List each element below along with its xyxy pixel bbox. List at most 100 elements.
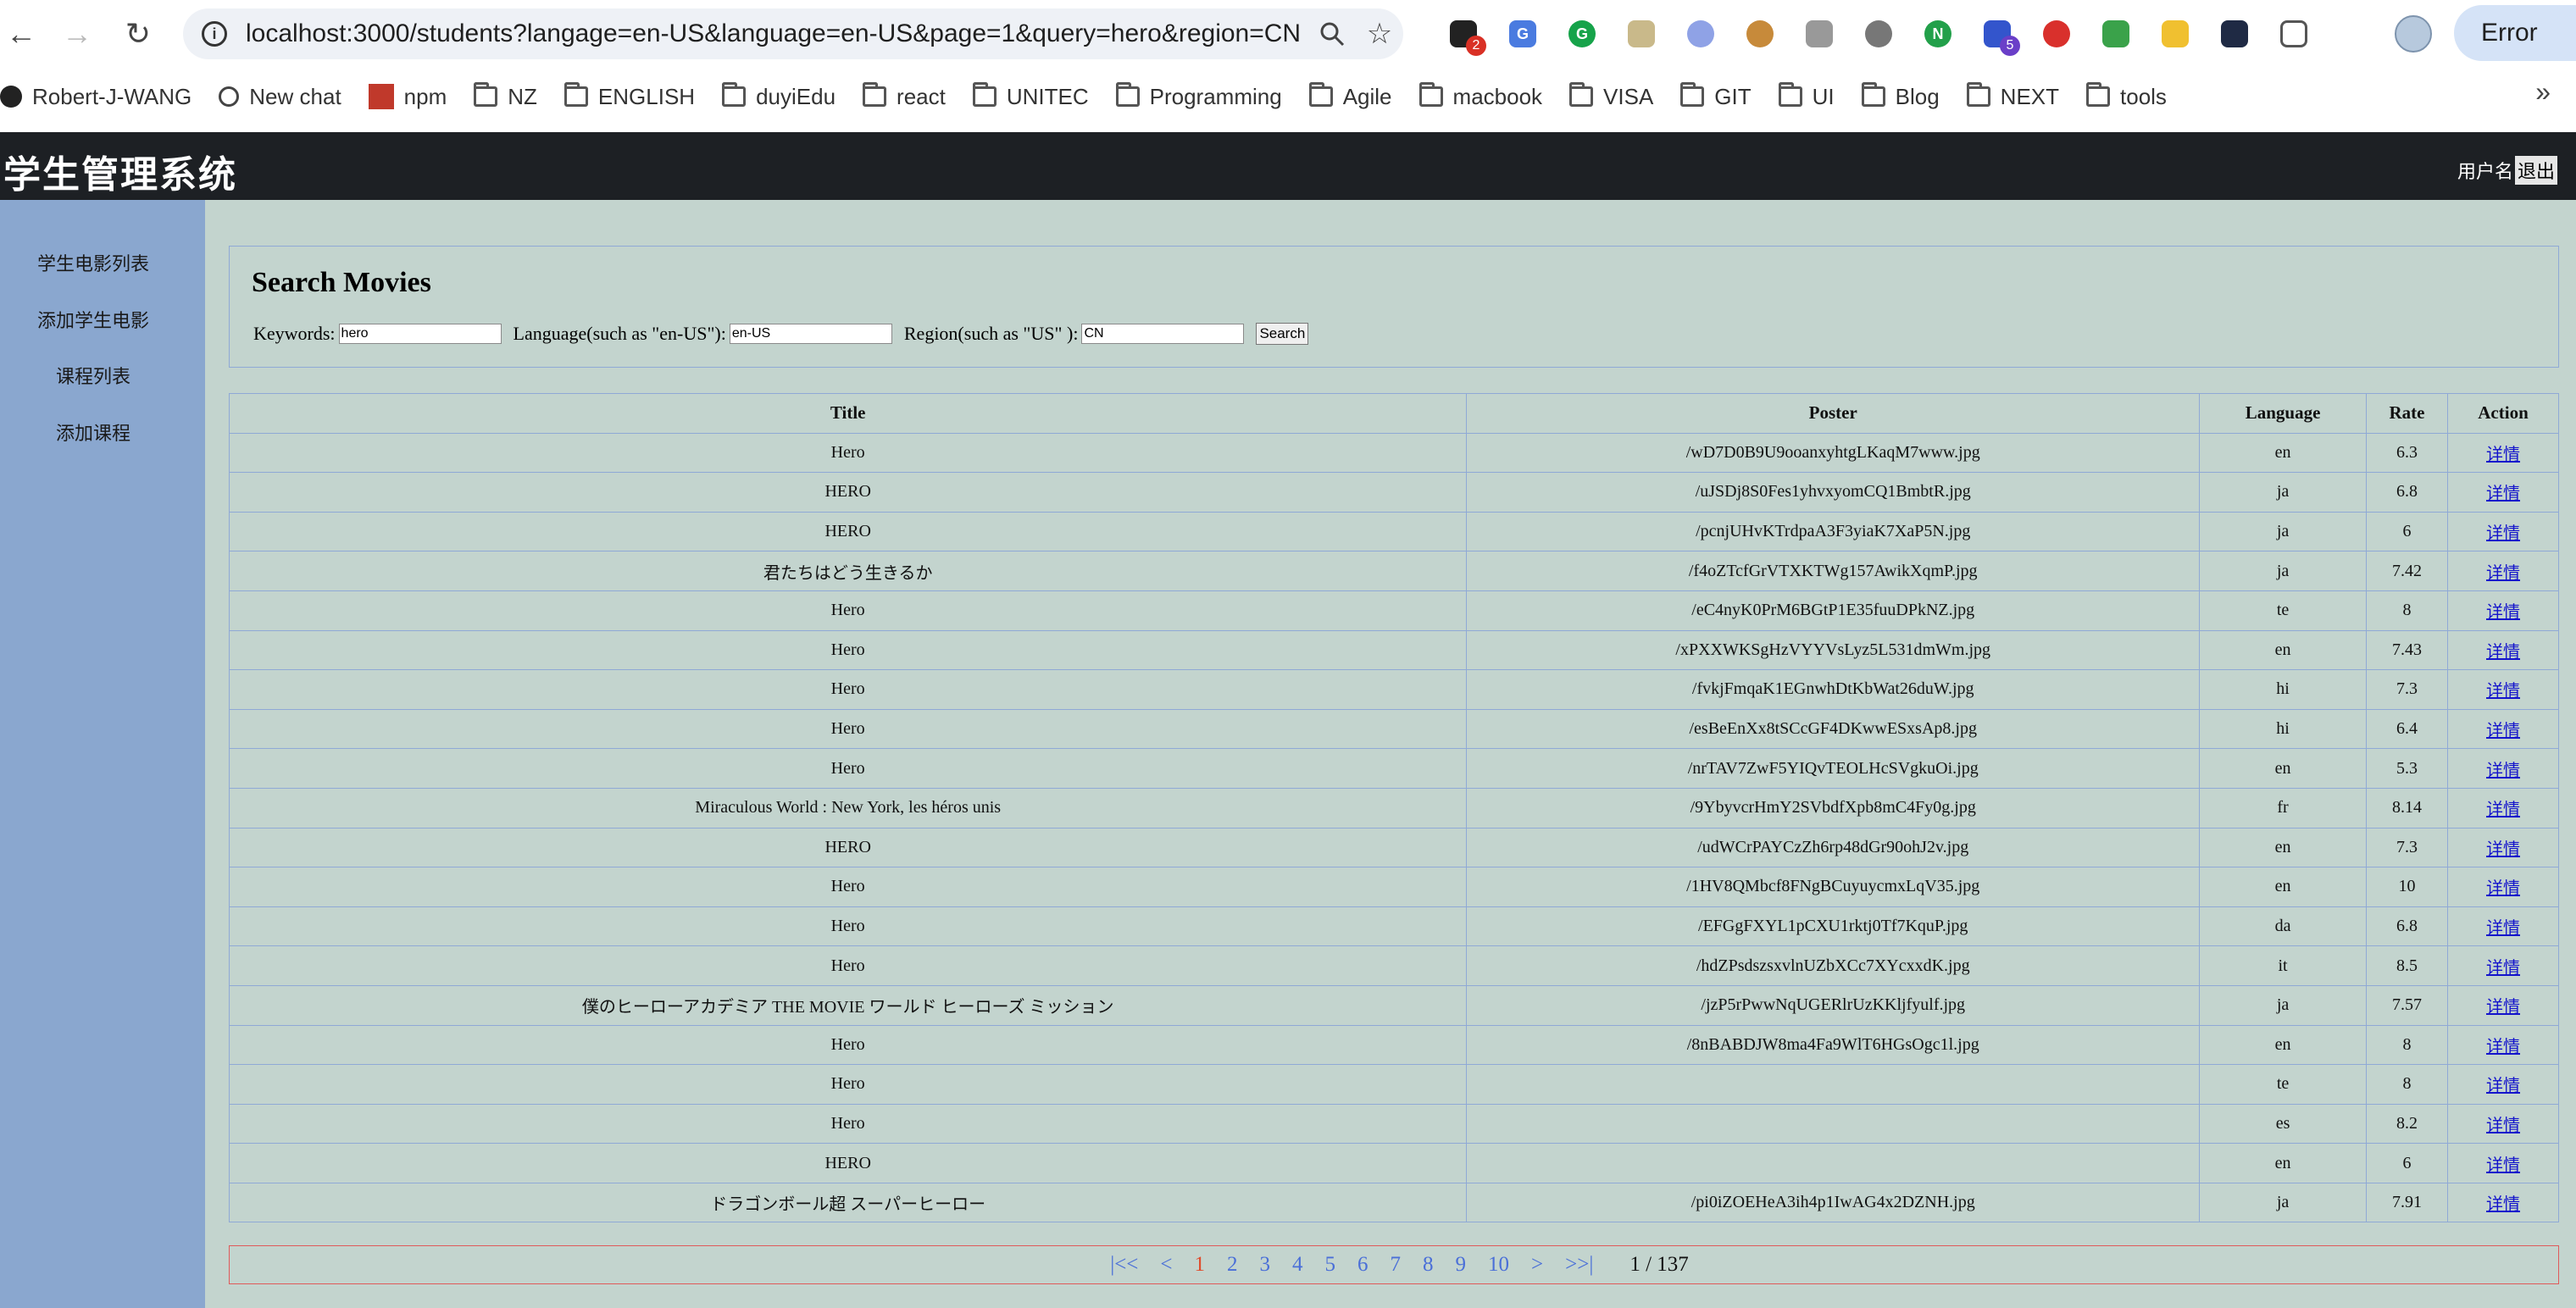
page-number-button[interactable]: 4: [1292, 1253, 1303, 1277]
page-number-button[interactable]: 8: [1423, 1253, 1434, 1277]
bookmark-item[interactable]: Programming: [1115, 82, 1282, 110]
cell-title: Hero: [228, 432, 1468, 474]
details-link[interactable]: 详情: [2486, 998, 2520, 1017]
grammarly-icon[interactable]: G: [1559, 12, 1605, 56]
translate-icon[interactable]: G: [1500, 12, 1546, 56]
region-input[interactable]: [1081, 324, 1245, 344]
first-page-button[interactable]: |<<: [1110, 1253, 1138, 1277]
bookmark-star-icon[interactable]: ☆: [1356, 10, 1403, 58]
sidebar-item-add-course[interactable]: 添加课程: [0, 418, 186, 446]
table-row: Hero/eC4nyK0PrM6BGtP1E35fuuDPkNZ.jpg te 8 详…: [228, 590, 2559, 631]
folder-icon: [564, 82, 588, 107]
logout-button[interactable]: 退出: [2514, 156, 2557, 185]
details-link[interactable]: 详情: [2486, 919, 2520, 938]
details-link[interactable]: 详情: [2486, 1195, 2520, 1214]
cell-action: 详情: [2447, 629, 2559, 671]
bug-icon[interactable]: [1856, 12, 1901, 56]
zoom-icon[interactable]: [1308, 10, 1356, 58]
bookmark-item[interactable]: GIT: [1680, 82, 1752, 110]
page-number-button[interactable]: 5: [1325, 1253, 1336, 1277]
bookmark-item[interactable]: Robert-J-WANG: [0, 84, 192, 110]
url-text[interactable]: localhost:3000/students?langage=en-US&la…: [246, 19, 1308, 48]
page-number-button[interactable]: 2: [1227, 1253, 1238, 1277]
profile-avatar[interactable]: [2395, 15, 2432, 53]
details-link[interactable]: 详情: [2486, 1077, 2520, 1095]
magnifier-extension-icon[interactable]: [1678, 12, 1724, 56]
page-number-button[interactable]: 3: [1260, 1253, 1271, 1277]
details-link[interactable]: 详情: [2486, 603, 2520, 622]
page-number-button[interactable]: 1: [1195, 1253, 1206, 1277]
bookmark-item[interactable]: VISA: [1569, 82, 1654, 110]
keywords-input[interactable]: [338, 324, 502, 344]
page-number-button[interactable]: 10: [1488, 1253, 1509, 1277]
pen-icon[interactable]: [2093, 12, 2139, 56]
image-icon[interactable]: [1618, 12, 1664, 56]
details-link[interactable]: 详情: [2486, 446, 2520, 464]
details-link[interactable]: 详情: [2486, 840, 2520, 859]
red-circle-icon[interactable]: [2034, 12, 2079, 56]
address-bar[interactable]: i localhost:3000/students?langage=en-US&…: [183, 8, 1403, 59]
bookmark-item[interactable]: npm: [368, 84, 447, 110]
bookmark-item[interactable]: Agile: [1308, 82, 1392, 110]
details-link[interactable]: 详情: [2486, 722, 2520, 740]
details-link[interactable]: 详情: [2486, 1156, 2520, 1175]
cell-language: ja: [2199, 472, 2368, 513]
node-icon[interactable]: N: [1915, 12, 1961, 56]
page-number-button[interactable]: 6: [1357, 1253, 1368, 1277]
bookmark-item[interactable]: UNITEC: [972, 82, 1089, 110]
bookmark-item[interactable]: react: [863, 82, 946, 110]
language-input[interactable]: [729, 324, 892, 344]
puzzle-piece-icon[interactable]: [2271, 12, 2317, 56]
details-link[interactable]: 详情: [2486, 1117, 2520, 1135]
sidebar-item-add-student-movie[interactable]: 添加学生电影: [0, 306, 186, 333]
bookmark-label: react: [897, 83, 946, 109]
cell-title: HERO: [228, 827, 1468, 868]
bookmark-item[interactable]: NZ: [474, 82, 537, 110]
hexagon-icon[interactable]: [2212, 12, 2257, 56]
cell-title: Hero: [228, 748, 1468, 789]
details-link[interactable]: 详情: [2486, 485, 2520, 503]
bookmark-item[interactable]: Blog: [1861, 82, 1940, 110]
next-page-button[interactable]: >: [1531, 1253, 1543, 1277]
details-link[interactable]: 详情: [2486, 762, 2520, 780]
bookmark-label: VISA: [1603, 83, 1654, 109]
bookmark-item[interactable]: ENGLISH: [564, 82, 695, 110]
cookie-icon[interactable]: [1737, 12, 1783, 56]
page-number-button[interactable]: 7: [1391, 1253, 1402, 1277]
details-link[interactable]: 详情: [2486, 1038, 2520, 1056]
bookmark-item[interactable]: UI: [1778, 82, 1835, 110]
table-row: 君たちはどう生きるか/f4oZTcfGrVTXKTWg157AwikXqmP.j…: [228, 551, 2559, 591]
details-link[interactable]: 详情: [2486, 879, 2520, 898]
bookmarks-overflow-icon[interactable]: »: [2535, 76, 2551, 108]
details-link[interactable]: 详情: [2486, 524, 2520, 543]
details-link[interactable]: 详情: [2486, 682, 2520, 701]
details-link[interactable]: 详情: [2486, 564, 2520, 583]
bookmark-item[interactable]: macbook: [1418, 82, 1542, 110]
bookmark-item[interactable]: NEXT: [1966, 82, 2059, 110]
graduation-cap-icon[interactable]: 5: [1974, 12, 2020, 56]
forward-arrow-icon[interactable]: →: [56, 12, 98, 56]
details-link[interactable]: 详情: [2486, 643, 2520, 662]
site-info-icon[interactable]: i: [202, 21, 227, 47]
bookmark-item[interactable]: tools: [2086, 82, 2167, 110]
cell-language: hi: [2199, 708, 2368, 750]
bookmark-item[interactable]: duyiEdu: [722, 82, 836, 110]
page-number-button[interactable]: 9: [1456, 1253, 1467, 1277]
prev-page-button[interactable]: <: [1160, 1253, 1172, 1277]
cell-poster: /8nBABDJW8ma4Fa9WlT6HGsOgc1l.jpg: [1466, 1024, 2201, 1066]
sidebar-item-student-movies[interactable]: 学生电影列表: [0, 249, 186, 276]
back-arrow-icon[interactable]: ←: [0, 12, 42, 56]
details-link[interactable]: 详情: [2486, 959, 2520, 978]
error-button[interactable]: Error: [2454, 5, 2576, 61]
sidebar-item-courses[interactable]: 课程列表: [0, 362, 186, 389]
folder-icon: [722, 82, 747, 107]
details-link[interactable]: 详情: [2486, 801, 2520, 819]
document-icon[interactable]: [2152, 12, 2198, 56]
cell-action: 详情: [2447, 1143, 2559, 1183]
search-button[interactable]: Search: [1256, 323, 1309, 345]
extension-icon[interactable]: 2: [1441, 12, 1486, 56]
bookmark-item[interactable]: New chat: [219, 84, 341, 110]
reload-icon[interactable]: ↻: [117, 12, 159, 56]
last-page-button[interactable]: >>|: [1565, 1253, 1593, 1277]
camera-icon[interactable]: [1796, 12, 1842, 56]
